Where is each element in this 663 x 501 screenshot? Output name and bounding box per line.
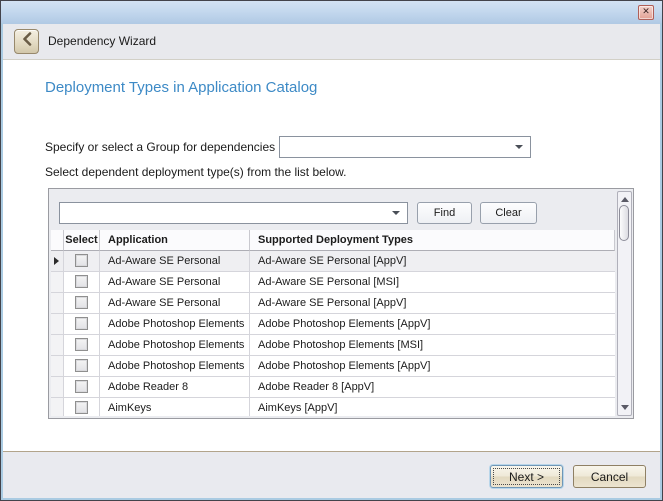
current-row-indicator-icon	[54, 257, 59, 265]
application-cell: Ad-Aware SE Personal	[100, 293, 250, 314]
clear-button[interactable]: Clear	[480, 202, 537, 224]
select-checkbox[interactable]	[75, 296, 88, 309]
wizard-header: Dependency Wizard	[2, 24, 661, 60]
application-column-header: Application	[100, 230, 250, 251]
deployment-types-table: Select Application Supported Deployment …	[51, 230, 615, 416]
deployment-type-cell: Ad-Aware SE Personal [AppV]	[250, 251, 615, 272]
chevron-left-icon	[22, 32, 32, 51]
select-cell	[64, 314, 100, 335]
select-checkbox[interactable]	[75, 359, 88, 372]
row-header-cell	[51, 398, 64, 416]
find-button[interactable]: Find	[417, 202, 472, 224]
scroll-up-icon[interactable]	[621, 197, 629, 202]
select-cell	[64, 251, 100, 272]
select-checkbox[interactable]	[75, 401, 88, 414]
select-checkbox[interactable]	[75, 254, 88, 267]
deployment-type-cell: Adobe Photoshop Elements [AppV]	[250, 356, 615, 377]
wizard-title: Dependency Wizard	[48, 34, 156, 48]
table-header-row: Select Application Supported Deployment …	[51, 230, 615, 251]
select-cell	[64, 335, 100, 356]
titlebar: ✕	[1, 1, 662, 24]
application-cell: Adobe Photoshop Elements	[100, 335, 250, 356]
select-checkbox[interactable]	[75, 317, 88, 330]
row-header-cell	[51, 314, 64, 335]
table-row[interactable]: Adobe Photoshop Elements Adobe Photoshop…	[51, 335, 615, 356]
deployment-type-cell: Ad-Aware SE Personal [AppV]	[250, 293, 615, 314]
select-cell	[64, 293, 100, 314]
vertical-scrollbar[interactable]	[617, 191, 632, 416]
scrollbar-thumb[interactable]	[619, 205, 629, 241]
row-header-cell	[51, 272, 64, 293]
application-cell: AimKeys	[100, 398, 250, 416]
row-header-cell	[51, 335, 64, 356]
application-cell: Adobe Photoshop Elements	[100, 314, 250, 335]
close-icon: ✕	[642, 8, 650, 17]
select-cell	[64, 377, 100, 398]
deployment-type-cell: Adobe Reader 8 [AppV]	[250, 377, 615, 398]
row-header-cell	[51, 293, 64, 314]
chevron-down-icon	[515, 145, 523, 149]
select-cell	[64, 398, 100, 416]
application-cell: Ad-Aware SE Personal	[100, 251, 250, 272]
table-row[interactable]: Adobe Photoshop Elements Adobe Photoshop…	[51, 314, 615, 335]
next-button[interactable]: Next >	[490, 465, 563, 488]
row-header-column	[51, 230, 64, 251]
select-checkbox[interactable]	[75, 338, 88, 351]
table-row[interactable]: Adobe Photoshop Elements Adobe Photoshop…	[51, 356, 615, 377]
wizard-footer: Next > Cancel	[2, 451, 661, 499]
row-header-cell	[51, 377, 64, 398]
table-row[interactable]: Ad-Aware SE Personal Ad-Aware SE Persona…	[51, 272, 615, 293]
select-checkbox[interactable]	[75, 275, 88, 288]
search-combobox[interactable]	[59, 202, 408, 224]
row-header-cell	[51, 356, 64, 377]
chevron-down-icon	[392, 211, 400, 215]
group-label: Specify or select a Group for dependenci…	[45, 140, 275, 154]
list-label: Select dependent deployment type(s) from…	[45, 165, 347, 179]
row-header-cell	[51, 251, 64, 272]
select-checkbox[interactable]	[75, 380, 88, 393]
select-column-header: Select	[64, 230, 100, 251]
application-cell: Ad-Aware SE Personal	[100, 272, 250, 293]
table-row[interactable]: Ad-Aware SE Personal Ad-Aware SE Persona…	[51, 293, 615, 314]
cancel-button[interactable]: Cancel	[573, 465, 646, 488]
table-row[interactable]: Adobe Reader 8 Adobe Reader 8 [AppV]	[51, 377, 615, 398]
dependency-wizard-window: ✕ Dependency Wizard Deployment Types in …	[0, 0, 663, 501]
deployment-type-cell: AimKeys [AppV]	[250, 398, 615, 416]
close-button[interactable]: ✕	[638, 5, 654, 20]
application-cell: Adobe Reader 8	[100, 377, 250, 398]
table-row[interactable]: Ad-Aware SE Personal Ad-Aware SE Persona…	[51, 251, 615, 272]
scroll-down-icon[interactable]	[621, 405, 629, 410]
deployment-types-column-header: Supported Deployment Types	[250, 230, 615, 251]
select-cell	[64, 272, 100, 293]
application-cell: Adobe Photoshop Elements	[100, 356, 250, 377]
back-button[interactable]	[14, 29, 39, 54]
deployment-type-cell: Ad-Aware SE Personal [MSI]	[250, 272, 615, 293]
deployment-type-cell: Adobe Photoshop Elements [MSI]	[250, 335, 615, 356]
table-row[interactable]: AimKeys AimKeys [AppV]	[51, 398, 615, 416]
group-combobox[interactable]	[279, 136, 531, 158]
page-title: Deployment Types in Application Catalog	[45, 79, 317, 96]
deployment-type-cell: Adobe Photoshop Elements [AppV]	[250, 314, 615, 335]
select-cell	[64, 356, 100, 377]
deployment-types-panel: Find Clear Select Application Supported …	[48, 188, 634, 419]
